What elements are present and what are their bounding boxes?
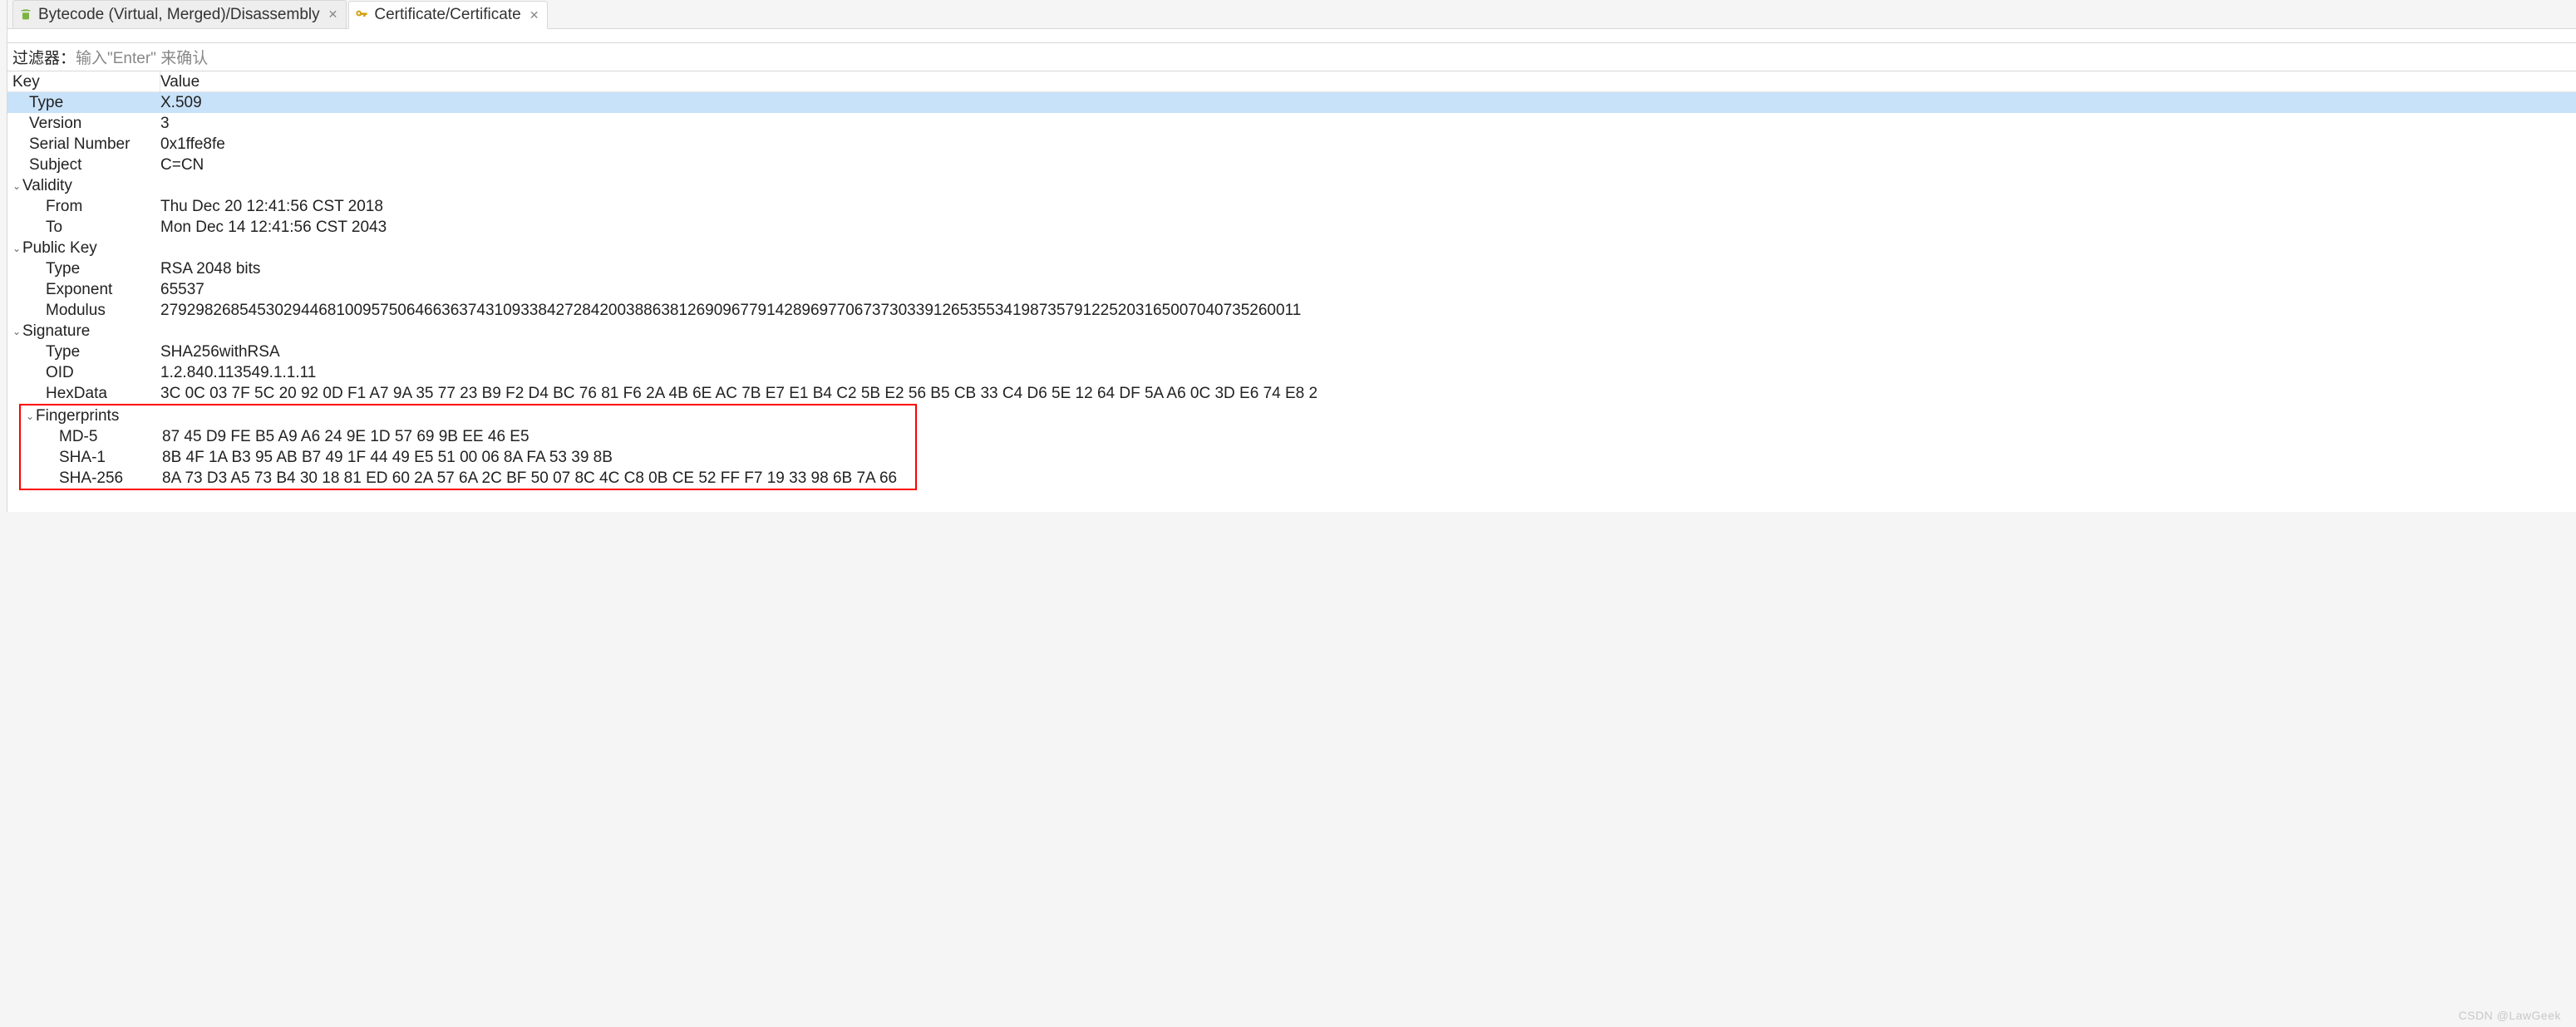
row-validity[interactable]: ⌄Validity	[7, 175, 2576, 196]
row-pk-exponent[interactable]: Exponent 65537	[7, 279, 2576, 300]
key-label: Validity	[22, 177, 72, 194]
key-label: Type	[12, 343, 80, 361]
key-label: Type	[12, 94, 63, 111]
key-label: Public Key	[22, 239, 97, 257]
row-sig-hexdata[interactable]: HexData 3C 0C 03 7F 5C 20 92 0D F1 A7 9A…	[7, 383, 2576, 404]
value-cell: C=CN	[160, 155, 2576, 175]
key-label: Serial Number	[12, 135, 130, 153]
key-label: Subject	[12, 156, 81, 174]
row-valid-to[interactable]: To Mon Dec 14 12:41:56 CST 2043	[7, 217, 2576, 238]
chevron-down-icon[interactable]: ⌄	[12, 176, 22, 197]
key-label: From	[12, 198, 82, 215]
value-cell: RSA 2048 bits	[160, 258, 2576, 279]
value-cell: 1.2.840.113549.1.1.11	[160, 362, 2576, 383]
key-label: SHA-1	[26, 449, 106, 466]
filter-placeholder: 输入"Enter" 来确认	[76, 50, 208, 67]
filter-label: 过滤器：	[12, 50, 76, 67]
key-label: Signature	[22, 322, 90, 340]
row-sig-type[interactable]: Type SHA256withRSA	[7, 342, 2576, 362]
row-fp-md5[interactable]: MD-5 87 45 D9 FE B5 A9 A6 24 9E 1D 57 69…	[21, 426, 915, 447]
value-cell: 2792982685453029446810095750646636374310…	[160, 300, 2576, 321]
key-label: Fingerprints	[36, 407, 119, 425]
row-serial[interactable]: Serial Number 0x1ffe8fe	[7, 134, 2576, 155]
row-fp-sha256[interactable]: SHA-256 8A 73 D3 A5 73 B4 30 18 81 ED 60…	[21, 468, 915, 489]
tab-certificate[interactable]: Certificate/Certificate ✕	[348, 1, 548, 29]
certificate-properties: Key Value Type X.509 Version 3 Serial Nu…	[7, 71, 2576, 512]
row-type[interactable]: Type X.509	[7, 92, 2576, 113]
table-header: Key Value	[7, 71, 2576, 92]
value-cell: 65537	[160, 279, 2576, 300]
value-cell	[160, 238, 2576, 258]
row-public-key[interactable]: ⌄Public Key	[7, 238, 2576, 258]
value-cell	[160, 175, 2576, 196]
close-icon[interactable]: ✕	[328, 7, 338, 22]
key-label: Type	[12, 260, 80, 278]
key-label: Exponent	[12, 281, 112, 298]
key-icon	[354, 7, 369, 22]
key-label: Version	[12, 115, 81, 132]
filter-bar[interactable]: 过滤器：输入"Enter" 来确认	[7, 42, 2576, 71]
row-version[interactable]: Version 3	[7, 113, 2576, 134]
key-label: To	[12, 219, 62, 236]
row-signature[interactable]: ⌄Signature	[7, 321, 2576, 342]
row-pk-modulus[interactable]: Modulus 27929826854530294468100957506466…	[7, 300, 2576, 321]
column-value[interactable]: Value	[160, 71, 2576, 91]
value-cell: Mon Dec 14 12:41:56 CST 2043	[160, 217, 2576, 238]
tab-label: Certificate/Certificate	[374, 6, 520, 24]
row-pk-type[interactable]: Type RSA 2048 bits	[7, 258, 2576, 279]
tab-bytecode[interactable]: Bytecode (Virtual, Merged)/Disassembly ✕	[12, 0, 347, 28]
key-label: OID	[12, 364, 74, 381]
value-cell	[162, 405, 915, 426]
value-cell: 87 45 D9 FE B5 A9 A6 24 9E 1D 57 69 9B E…	[162, 426, 915, 447]
android-icon	[18, 7, 33, 22]
value-cell: 3C 0C 03 7F 5C 20 92 0D F1 A7 9A 35 77 2…	[160, 383, 2576, 404]
editor-tabbar: Bytecode (Virtual, Merged)/Disassembly ✕…	[7, 0, 2576, 29]
value-cell: 8A 73 D3 A5 73 B4 30 18 81 ED 60 2A 57 6…	[162, 468, 915, 489]
tab-label: Bytecode (Virtual, Merged)/Disassembly	[38, 6, 320, 24]
value-cell	[160, 321, 2576, 342]
value-cell: 0x1ffe8fe	[160, 134, 2576, 155]
row-subject[interactable]: Subject C=CN	[7, 155, 2576, 175]
row-valid-from[interactable]: From Thu Dec 20 12:41:56 CST 2018	[7, 196, 2576, 217]
key-label: MD-5	[26, 428, 97, 445]
chevron-down-icon[interactable]: ⌄	[12, 322, 22, 342]
chevron-down-icon[interactable]: ⌄	[26, 406, 36, 427]
value-cell: SHA256withRSA	[160, 342, 2576, 362]
chevron-down-icon[interactable]: ⌄	[12, 238, 22, 259]
fingerprints-highlight: ⌄Fingerprints MD-5 87 45 D9 FE B5 A9 A6 …	[19, 404, 917, 490]
watermark: CSDN @LawGeek	[2459, 1009, 2561, 1022]
key-label: HexData	[12, 385, 107, 402]
value-cell: X.509	[160, 92, 2576, 113]
row-fp-sha1[interactable]: SHA-1 8B 4F 1A B3 95 AB B7 49 1F 44 49 E…	[21, 447, 915, 468]
close-icon[interactable]: ✕	[529, 8, 539, 22]
value-cell: 3	[160, 113, 2576, 134]
key-label: SHA-256	[26, 469, 123, 487]
value-cell: Thu Dec 20 12:41:56 CST 2018	[160, 196, 2576, 217]
column-key[interactable]: Key	[7, 71, 160, 91]
value-cell: 8B 4F 1A B3 95 AB B7 49 1F 44 49 E5 51 0…	[162, 447, 915, 468]
key-label: Modulus	[12, 302, 106, 319]
row-sig-oid[interactable]: OID 1.2.840.113549.1.1.11	[7, 362, 2576, 383]
row-fingerprints[interactable]: ⌄Fingerprints	[21, 405, 915, 426]
